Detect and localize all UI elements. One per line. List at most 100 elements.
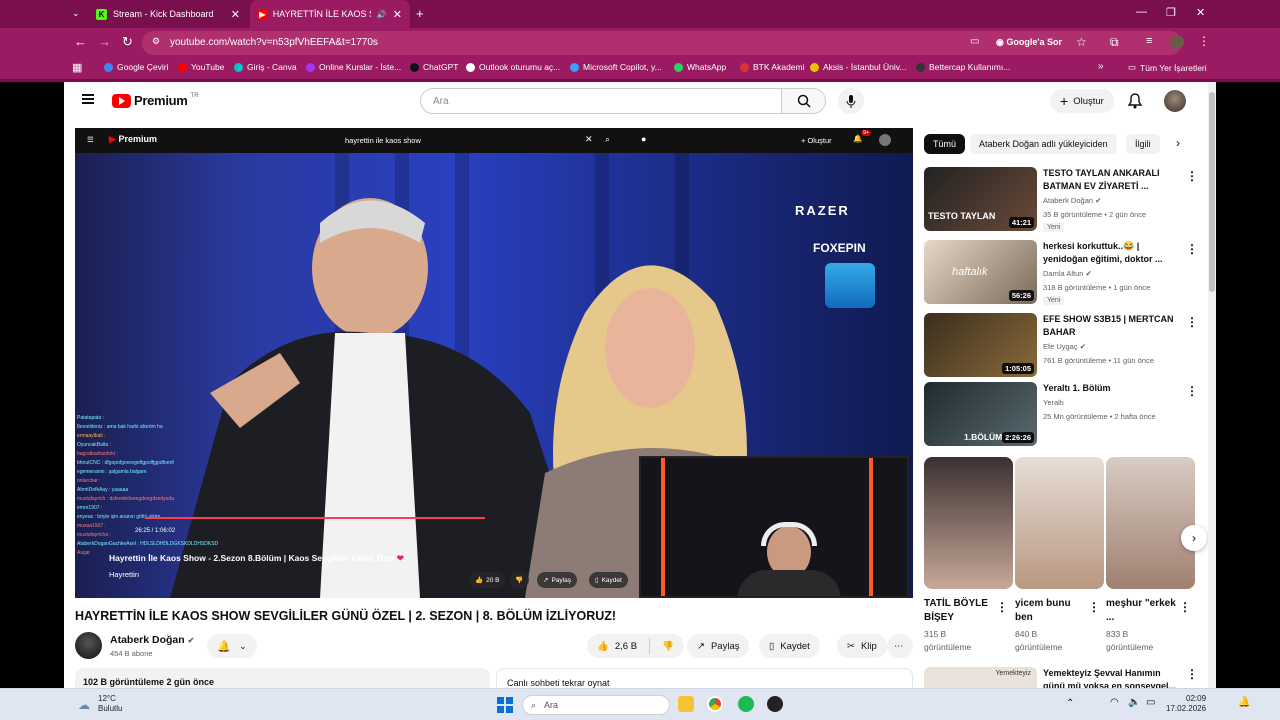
all-bookmarks-folder[interactable]: ▭ Tüm Yer İşaretleri: [1128, 62, 1207, 73]
video-thumbnail[interactable]: 1:05:05: [924, 313, 1037, 377]
voice-search-button[interactable]: [838, 88, 864, 114]
back-icon[interactable]: ←: [74, 34, 87, 49]
channel-avatar[interactable]: [75, 632, 102, 659]
close-window-icon[interactable]: ✕: [1196, 6, 1205, 19]
wifi-icon[interactable]: ◠: [1110, 697, 1119, 708]
notification-center-icon[interactable]: 🔔: [1238, 697, 1250, 708]
recommendation-title[interactable]: TESTO TAYLAN ANKARALI BATMAN EV ZİYARETİ…: [1043, 167, 1178, 193]
speaker-icon[interactable]: 🔊: [377, 10, 387, 19]
bookmark-whatsapp[interactable]: WhatsApp: [674, 62, 726, 72]
maximize-icon[interactable]: ❐: [1166, 6, 1176, 19]
more-options-icon[interactable]: ⋮: [1186, 242, 1198, 256]
save-button[interactable]: ▯ Kaydet: [759, 634, 820, 658]
chip-uploader[interactable]: Ataberk Doğan adlı yükleyiciden: [970, 134, 1117, 154]
chrome-icon[interactable]: [707, 696, 723, 712]
file-explorer-icon[interactable]: [678, 696, 694, 712]
bookmark-bettercap[interactable]: Bettercap Kullanımı...: [916, 62, 1010, 72]
close-tab-icon[interactable]: ✕: [393, 8, 402, 21]
recommendation-title[interactable]: Yeraltı 1. Bölüm: [1043, 382, 1178, 395]
share-button[interactable]: ↗ Paylaş: [687, 634, 750, 658]
google-sor-button[interactable]: ◉ Google'a Sor: [996, 37, 1062, 48]
chrome-menu-icon[interactable]: ⋮: [1198, 34, 1210, 48]
tray-chevron-icon[interactable]: ⌃: [1066, 698, 1074, 709]
subscription-bell-button[interactable]: 🔔 ⌄: [207, 634, 257, 658]
like-button[interactable]: 👍 2,6 B 👎: [587, 634, 684, 658]
bookmark-canva[interactable]: Giriş - Canva: [234, 62, 297, 72]
video-thumbnail[interactable]: haftalık 56:26: [924, 240, 1037, 304]
short-title[interactable]: yicem bunu ben: [1015, 597, 1087, 625]
short-title[interactable]: meşhur "erkek ...: [1106, 597, 1178, 625]
site-info-icon[interactable]: ⚙: [152, 36, 160, 47]
bookmark-chatgpt[interactable]: ChatGPT: [410, 62, 458, 72]
recommendation-title[interactable]: herkesi korkuttuk..😂 | yenidoğan eğitimi…: [1043, 240, 1178, 266]
youtube-premium-logo[interactable]: Premium TR: [112, 93, 199, 108]
bookmark-outlook[interactable]: Outlook oturumu aç...: [466, 62, 560, 72]
hamburger-menu-icon[interactable]: [82, 94, 94, 104]
start-icon[interactable]: [497, 697, 513, 713]
chip-related[interactable]: İlgili: [1126, 134, 1160, 154]
tab-search-icon[interactable]: ⌄: [72, 8, 80, 19]
recommendation-item[interactable]: Yemekteyiz Yemekteyiz Şevval Hanımın gün…: [924, 667, 1214, 688]
more-options-icon[interactable]: ⋮: [996, 600, 1008, 614]
new-tab-icon[interactable]: +: [416, 6, 424, 21]
spotify-icon[interactable]: [738, 696, 754, 712]
recommendation-item[interactable]: haftalık 56:26 herkesi korkuttuk..😂 | ye…: [924, 240, 1214, 306]
clock[interactable]: 02:09 17.02.2026: [1166, 694, 1206, 714]
profile-icon[interactable]: [1170, 35, 1184, 49]
bookmark-aksis[interactable]: Aksis - İstanbul Üniv...: [810, 62, 906, 72]
more-options-icon[interactable]: ⋮: [1186, 315, 1198, 329]
star-icon[interactable]: ☆: [1076, 35, 1087, 49]
minimize-icon[interactable]: —: [1136, 6, 1147, 18]
reload-icon[interactable]: ↻: [122, 34, 133, 50]
video-thumbnail[interactable]: 1.BÖLÜM 2:26:26: [924, 382, 1037, 446]
chip-all[interactable]: Tümü: [924, 134, 966, 154]
taskbar-search[interactable]: ⌕ Ara: [522, 695, 670, 715]
shorts-thumbnail[interactable]: [1015, 457, 1104, 589]
bookmark-btk[interactable]: BTK Akademi: [740, 62, 805, 72]
create-button[interactable]: + Oluştur: [1050, 89, 1114, 113]
apps-icon[interactable]: ▦: [72, 61, 82, 74]
recommendation-item[interactable]: 1:05:05 EFE SHOW S3B15 | MERTCAN BAHAR E…: [924, 313, 1214, 379]
battery-icon[interactable]: ▭: [1146, 697, 1155, 708]
more-options-icon[interactable]: ⋮: [1088, 600, 1100, 614]
search-button[interactable]: [782, 88, 826, 114]
cast-icon[interactable]: ▭: [970, 36, 979, 47]
forward-icon[interactable]: →: [98, 34, 111, 49]
chevron-right-icon[interactable]: ›: [1176, 136, 1180, 150]
clip-button[interactable]: ✂ Klip: [837, 634, 887, 658]
shorts-thumbnail[interactable]: [924, 457, 1013, 589]
bookmark-youtube[interactable]: YouTube: [178, 62, 224, 72]
video-thumbnail[interactable]: TESTO TAYLAN 41:21: [924, 167, 1037, 231]
recommendation-item[interactable]: 1.BÖLÜM 2:26:26 Yeraltı 1. Bölüm Yeraltı…: [924, 382, 1214, 448]
video-thumbnail[interactable]: Yemekteyiz: [924, 667, 1037, 688]
bookmark-copilot[interactable]: Microsoft Copilot, y...: [570, 62, 662, 72]
shorts-thumbnail[interactable]: [1106, 457, 1195, 589]
video-player[interactable]: RAZER FOXEPIN ☰ ▶ Premium hayrettin ile …: [75, 128, 913, 598]
recommendation-item[interactable]: TESTO TAYLAN 41:21 TESTO TAYLAN ANKARALI…: [924, 167, 1214, 233]
notifications-icon[interactable]: [1127, 93, 1143, 114]
account-avatar[interactable]: [1164, 90, 1186, 112]
bookmark-online-kurslar[interactable]: Online Kurslar - İste...: [306, 62, 401, 72]
app-icon[interactable]: [767, 696, 783, 712]
media-icon[interactable]: ≡: [1146, 35, 1152, 47]
more-actions-button[interactable]: ⋯: [887, 634, 913, 658]
volume-icon[interactable]: 🔈: [1128, 697, 1140, 708]
more-options-icon[interactable]: ⋮: [1186, 169, 1198, 183]
chat-replay-box[interactable]: Canlı sohbeti tekrar oynat: [496, 668, 913, 688]
channel-name[interactable]: Ataberk Doğan ✔: [110, 634, 194, 646]
close-tab-icon[interactable]: ✕: [231, 8, 240, 21]
page-scrollbar[interactable]: [1208, 82, 1216, 688]
more-bookmarks-icon[interactable]: »: [1098, 61, 1104, 72]
more-options-icon[interactable]: ⋮: [1186, 384, 1198, 398]
recommendation-title[interactable]: EFE SHOW S3B15 | MERTCAN BAHAR: [1043, 313, 1178, 339]
shorts-next-button[interactable]: ›: [1181, 525, 1207, 551]
short-title[interactable]: TATİL BÖYLE BİŞEY: [924, 597, 996, 625]
scrollbar-thumb[interactable]: [1209, 92, 1215, 292]
tab-youtube[interactable]: ▶ HAYRETTİN İLE KAOS SHOW 🔊 ✕: [250, 0, 410, 28]
more-options-icon[interactable]: ⋮: [1179, 600, 1191, 614]
bookmark-google-ceviri[interactable]: Google Çeviri: [104, 62, 169, 72]
weather-widget[interactable]: 12°C Bulutlu: [98, 694, 122, 714]
more-options-icon[interactable]: ⋮: [1186, 667, 1198, 681]
thumb-down-icon[interactable]: 👎: [662, 641, 674, 652]
tab-kick[interactable]: K Stream - Kick Dashboard ✕: [88, 0, 248, 28]
